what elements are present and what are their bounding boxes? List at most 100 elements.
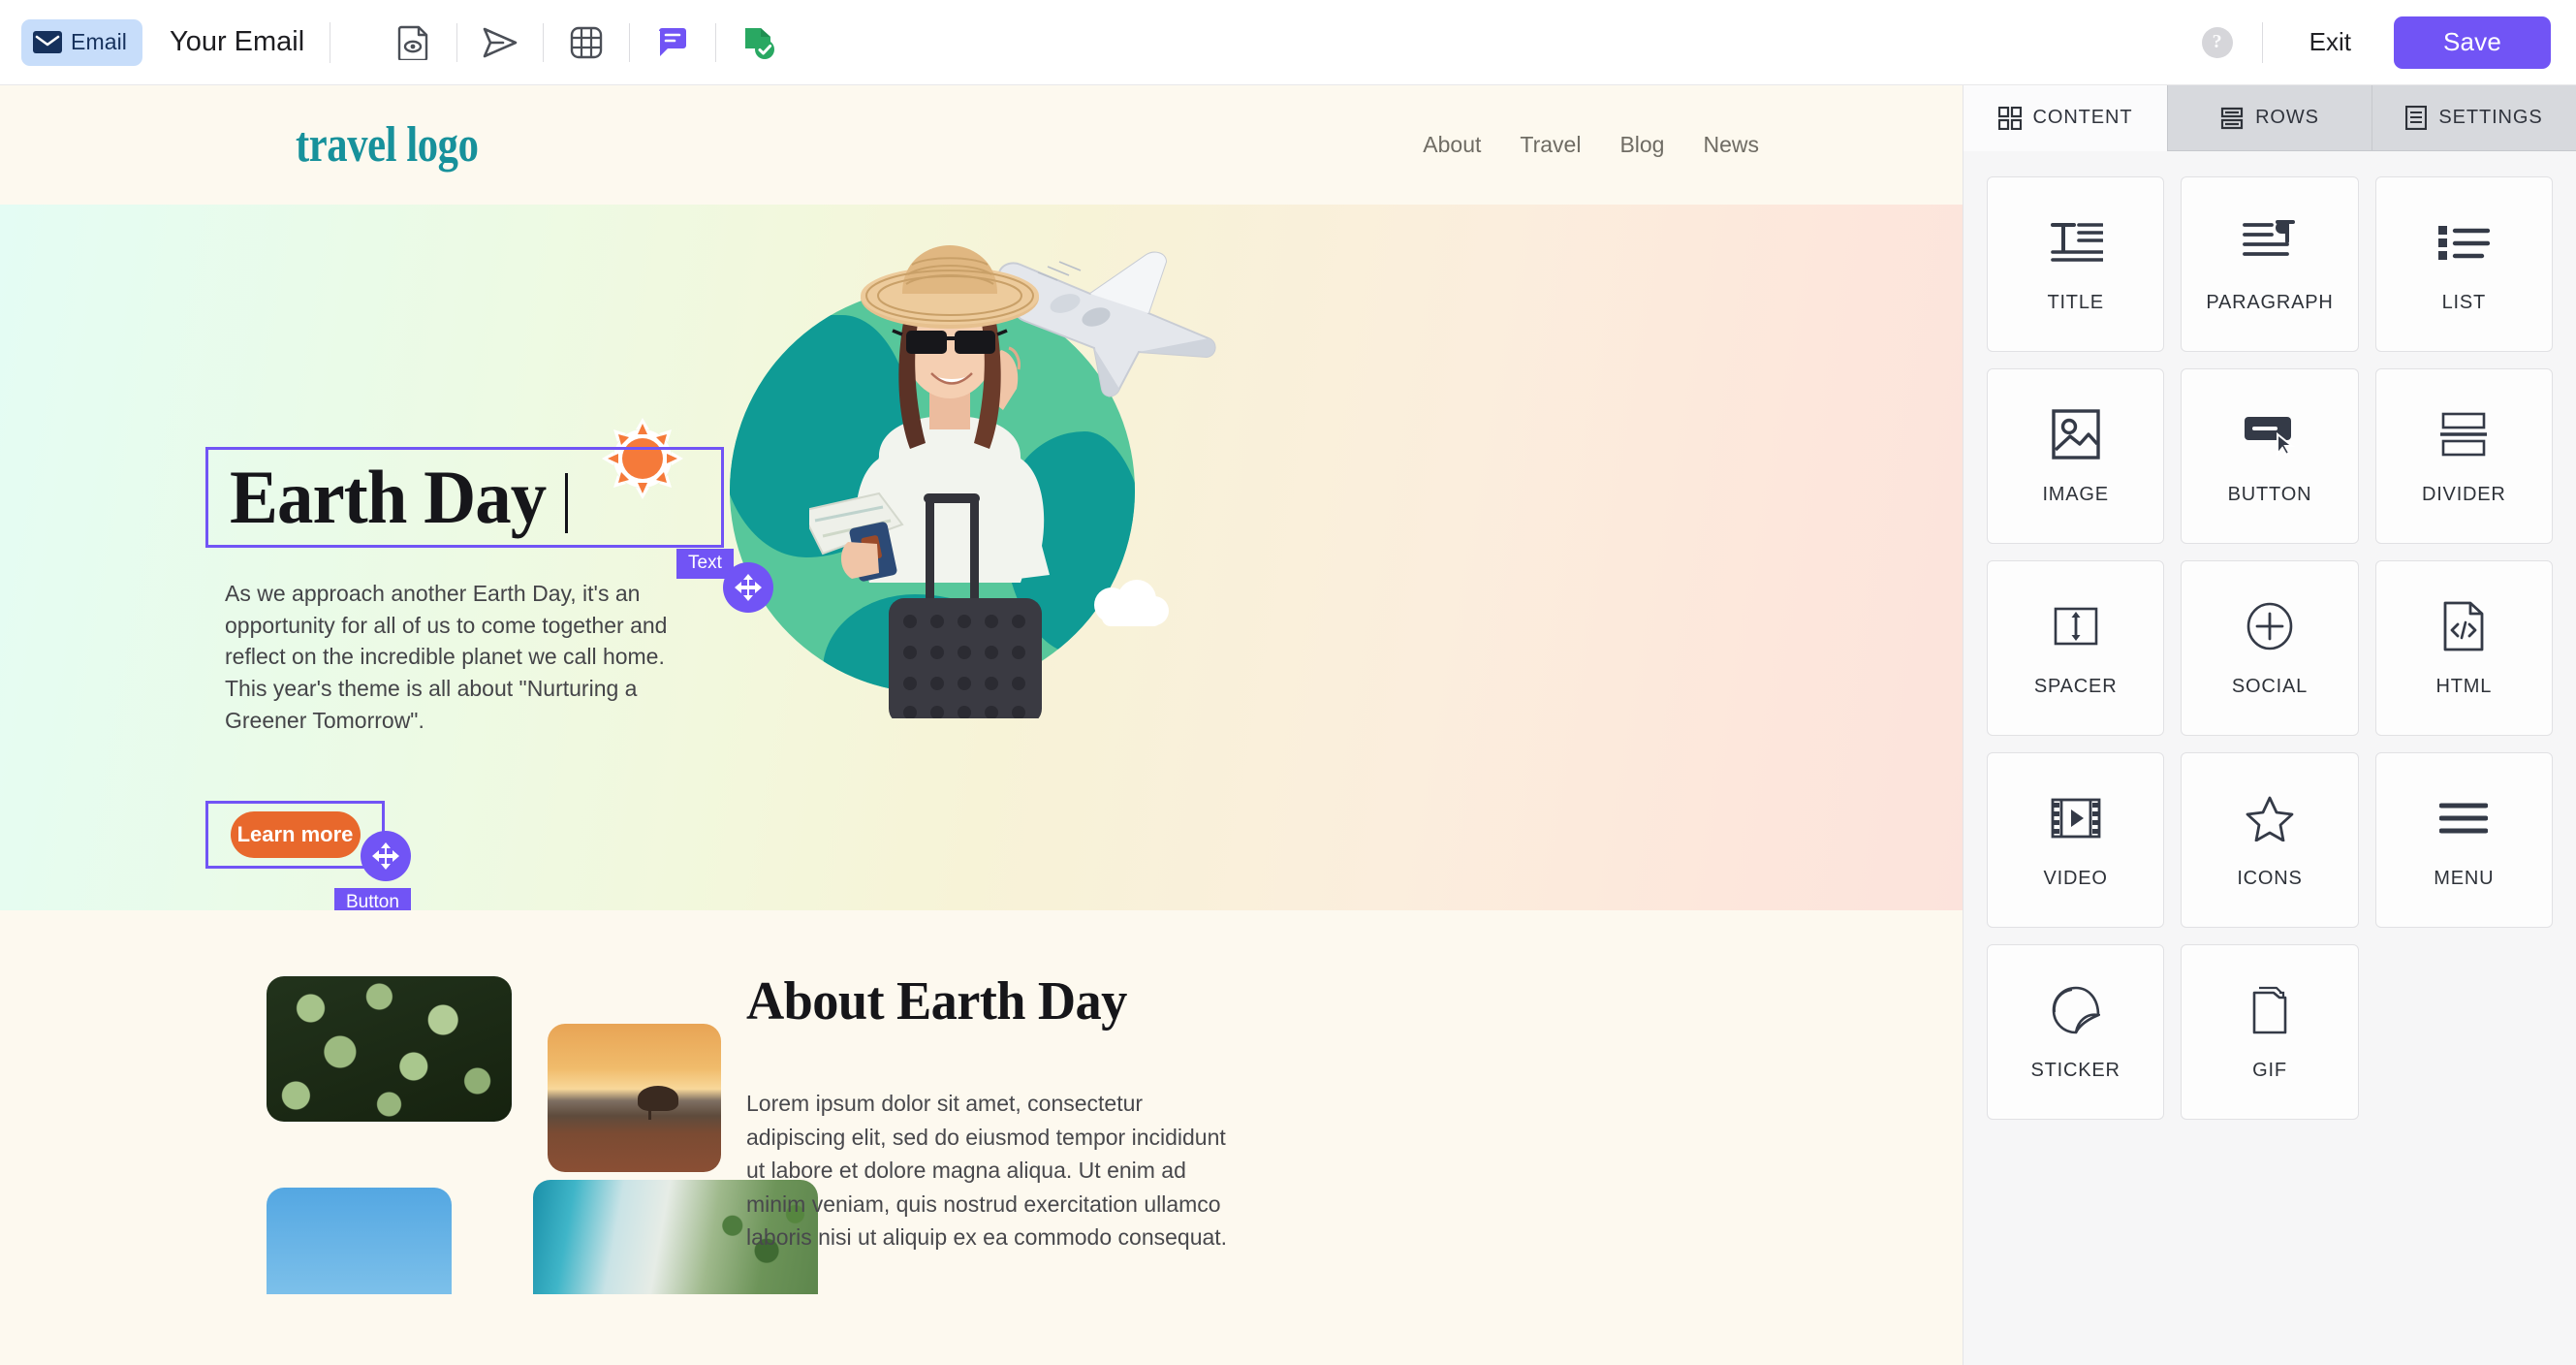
- block-icons-label: ICONS: [2237, 868, 2303, 889]
- envelope-icon: [33, 31, 62, 53]
- traveler-photo: [809, 234, 1090, 718]
- sticker-icon: [2052, 982, 2100, 1038]
- block-social-label: SOCIAL: [2231, 676, 2309, 697]
- block-spacer[interactable]: SPACER: [1987, 560, 2165, 736]
- help-icon[interactable]: ?: [2201, 26, 2233, 58]
- block-gif[interactable]: GIF: [2181, 944, 2359, 1120]
- list-icon: [2437, 214, 2491, 270]
- block-paragraph[interactable]: PARAGRAPH: [2181, 176, 2359, 352]
- block-paragraph-label: PARAGRAPH: [2206, 292, 2334, 313]
- block-divider-label: DIVIDER: [2421, 484, 2506, 505]
- block-divider[interactable]: DIVIDER: [2374, 368, 2553, 544]
- email-nav: About Travel Blog News: [1423, 132, 1759, 158]
- tab-content[interactable]: CONTENT: [1963, 85, 2167, 151]
- email-canvas: travel logo About Travel Blog News Earth…: [0, 85, 1963, 1365]
- right-sidebar: CONTENT ROWS SETTINGS TITLE PARAGRAPH LI…: [1963, 85, 2576, 1365]
- toolbar-divider: [543, 22, 545, 62]
- sidebar-tabs: CONTENT ROWS SETTINGS: [1963, 85, 2576, 151]
- selection-tag-text: Text: [676, 549, 734, 579]
- about-paragraph[interactable]: Lorem ipsum dolor sit amet, consectetur …: [746, 1087, 1231, 1254]
- block-gif-label: GIF: [2252, 1060, 2287, 1081]
- toolbar-icon-group: [389, 17, 784, 68]
- preview-icon[interactable]: [389, 17, 439, 68]
- block-html[interactable]: HTML: [2374, 560, 2553, 736]
- toolbar-divider: [715, 22, 717, 62]
- star-icon: [2246, 790, 2294, 846]
- button-icon: [2243, 406, 2297, 462]
- divider-icon: [2440, 406, 2488, 462]
- sky-photo[interactable]: [267, 1188, 452, 1294]
- video-icon: [2051, 790, 2101, 846]
- image-icon: [2051, 406, 2100, 462]
- block-title-label: TITLE: [2047, 292, 2104, 313]
- block-menu[interactable]: MENU: [2374, 752, 2553, 928]
- nav-link-blog[interactable]: Blog: [1619, 132, 1664, 158]
- brand-logo[interactable]: travel logo: [296, 116, 479, 174]
- block-html-label: HTML: [2435, 676, 2493, 697]
- hero-section: Earth Day Text As we approach another Ea…: [0, 205, 1963, 910]
- block-image-label: IMAGE: [2042, 484, 2109, 505]
- tab-rows-label: ROWS: [2255, 107, 2319, 128]
- email-header: travel logo About Travel Blog News: [0, 85, 1963, 205]
- spellcheck-icon[interactable]: [734, 17, 784, 68]
- drag-handle-button-block[interactable]: [361, 831, 411, 881]
- comments-icon[interactable]: [647, 17, 698, 68]
- block-menu-label: MENU: [2434, 868, 2495, 889]
- block-video-label: VIDEO: [2043, 868, 2108, 889]
- toolbar-divider: [2261, 21, 2263, 63]
- block-spacer-label: SPACER: [2033, 676, 2118, 697]
- social-plus-icon: [2246, 598, 2293, 654]
- tab-settings[interactable]: SETTINGS: [2372, 85, 2576, 151]
- settings-doc-icon: [2405, 106, 2428, 130]
- nav-link-about[interactable]: About: [1423, 132, 1481, 158]
- email-badge-label: Email: [71, 29, 128, 54]
- gif-icon: [2248, 982, 2291, 1038]
- block-social[interactable]: SOCIAL: [2181, 560, 2359, 736]
- title-icon: [2049, 214, 2103, 270]
- sunset-tree-photo[interactable]: [548, 1024, 721, 1172]
- html-code-icon: [2443, 598, 2484, 654]
- learn-more-button[interactable]: Learn more: [230, 811, 361, 858]
- top-toolbar: Email Your Email ? Exit Save: [0, 0, 2576, 85]
- about-section: About Earth Day Lorem ipsum dolor sit am…: [0, 910, 1963, 1365]
- hero-title[interactable]: Earth Day: [230, 454, 547, 541]
- block-button[interactable]: BUTTON: [2181, 368, 2359, 544]
- block-button-label: BUTTON: [2227, 484, 2312, 505]
- tab-content-label: CONTENT: [2032, 107, 2133, 128]
- title-block-selection[interactable]: Earth Day: [205, 447, 724, 548]
- grid-icon[interactable]: [561, 17, 612, 68]
- email-type-badge[interactable]: Email: [21, 18, 143, 66]
- toolbar-divider: [629, 22, 631, 62]
- document-title[interactable]: Your Email: [170, 26, 304, 58]
- rows-icon: [2220, 107, 2244, 130]
- about-heading[interactable]: About Earth Day: [746, 970, 1127, 1032]
- hero-paragraph[interactable]: As we approach another Earth Day, it's a…: [225, 578, 700, 736]
- button-block-selection[interactable]: Learn more: [205, 801, 385, 869]
- cloud-icon: [1083, 580, 1176, 630]
- block-image[interactable]: IMAGE: [1987, 368, 2165, 544]
- block-title[interactable]: TITLE: [1987, 176, 2165, 352]
- block-list-label: LIST: [2441, 292, 2487, 313]
- nav-link-news[interactable]: News: [1703, 132, 1759, 158]
- block-icons[interactable]: ICONS: [2181, 752, 2359, 928]
- block-sticker[interactable]: STICKER: [1987, 944, 2165, 1120]
- forest-photo[interactable]: [267, 976, 512, 1122]
- selection-tag-button: Button: [334, 888, 411, 910]
- block-sticker-label: STICKER: [2030, 1060, 2120, 1081]
- tab-rows[interactable]: ROWS: [2167, 85, 2372, 151]
- nav-link-travel[interactable]: Travel: [1520, 132, 1581, 158]
- send-test-icon[interactable]: [475, 17, 525, 68]
- grid-blocks-icon: [1997, 106, 2022, 130]
- block-list[interactable]: LIST: [2374, 176, 2553, 352]
- menu-hamburger-icon: [2439, 790, 2489, 846]
- drag-handle-text-block[interactable]: [723, 562, 773, 613]
- exit-button[interactable]: Exit: [2288, 19, 2372, 65]
- tab-settings-label: SETTINGS: [2438, 107, 2543, 128]
- paragraph-icon: [2243, 214, 2297, 270]
- save-button[interactable]: Save: [2394, 16, 2551, 69]
- spacer-icon: [2054, 598, 2098, 654]
- hero-illustration: [602, 205, 1265, 910]
- block-video[interactable]: VIDEO: [1987, 752, 2165, 928]
- toolbar-divider: [456, 22, 458, 62]
- text-caret: [564, 473, 568, 533]
